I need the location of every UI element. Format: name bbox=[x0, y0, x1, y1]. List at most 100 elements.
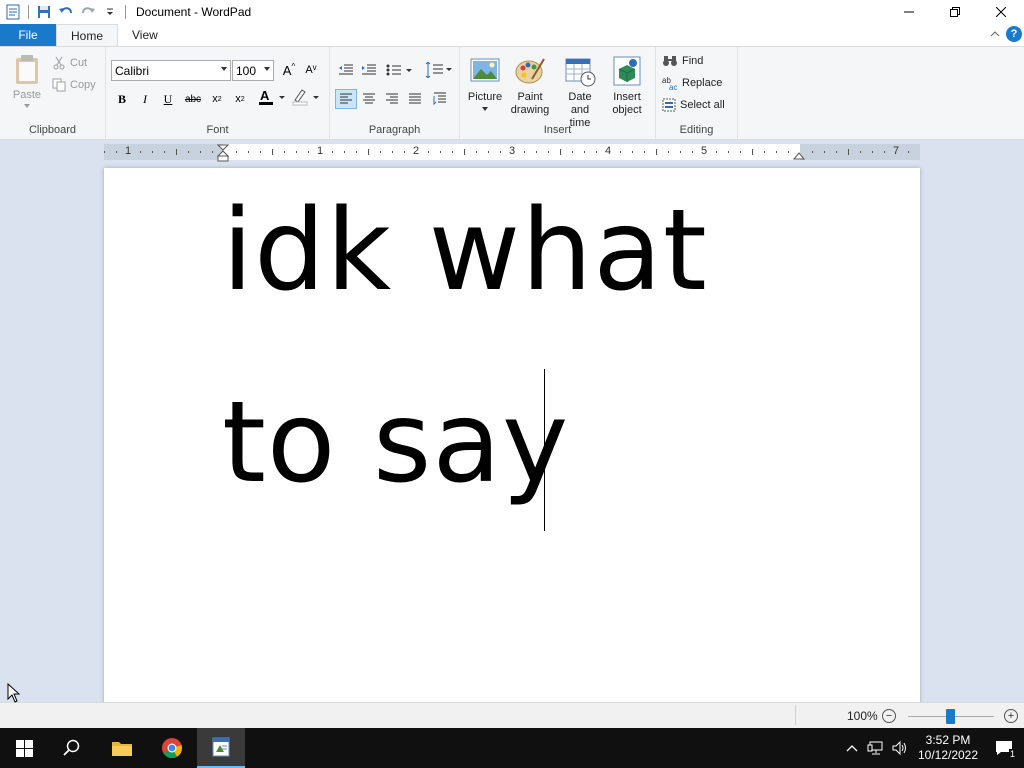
folder-icon bbox=[112, 742, 132, 756]
search-button[interactable] bbox=[48, 728, 96, 768]
italic-icon[interactable]: I bbox=[134, 89, 156, 109]
bullet-list-icon[interactable] bbox=[384, 60, 416, 80]
highlight-icon[interactable] bbox=[290, 87, 322, 107]
restore-button[interactable] bbox=[932, 0, 978, 24]
volume-icon[interactable] bbox=[888, 728, 912, 768]
insert-object-button[interactable]: Insert object bbox=[606, 55, 648, 117]
copy-button[interactable]: Copy bbox=[52, 75, 96, 95]
ruler-tick bbox=[380, 151, 381, 153]
paint-palette-icon bbox=[515, 58, 545, 84]
object-icon bbox=[613, 56, 641, 86]
ruler-tick bbox=[272, 149, 273, 155]
document-text-line[interactable]: to say bbox=[222, 378, 569, 508]
system-tray: 3:52 PM 10/12/2022 1 bbox=[840, 728, 1024, 768]
font-size-select[interactable]: 100 bbox=[232, 60, 274, 81]
ruler-tick bbox=[476, 151, 477, 153]
bold-icon[interactable]: B bbox=[111, 89, 133, 109]
mouse-cursor-icon bbox=[7, 683, 21, 703]
shrink-font-icon[interactable]: Av bbox=[300, 60, 322, 80]
wordpad-taskbar-button[interactable] bbox=[197, 728, 245, 768]
ruler-number: 1 bbox=[317, 145, 324, 157]
ruler-tick bbox=[248, 151, 249, 153]
grow-font-icon[interactable]: A ^ bbox=[278, 60, 300, 80]
status-bar: 100% − + bbox=[0, 702, 1024, 728]
ruler-number: 1 bbox=[125, 145, 132, 157]
ribbon-tabs: File Home View ? bbox=[0, 24, 1024, 46]
right-indent-marker[interactable] bbox=[793, 150, 805, 160]
decrease-indent-icon[interactable] bbox=[335, 60, 357, 80]
picture-button[interactable]: Picture bbox=[466, 55, 504, 111]
network-icon[interactable] bbox=[864, 728, 888, 768]
action-center-icon[interactable]: 1 bbox=[984, 728, 1024, 768]
select-all-icon bbox=[662, 98, 676, 112]
replace-button[interactable]: ab ac Replace bbox=[662, 73, 722, 93]
paint-drawing-button[interactable]: Paint drawing bbox=[508, 55, 552, 117]
text-color-icon[interactable]: A bbox=[256, 87, 288, 107]
find-button[interactable]: Find bbox=[662, 51, 703, 71]
ruler-tick bbox=[140, 151, 141, 153]
ribbon: Paste Cut Copy Clipboard Calibri 100 A ^ … bbox=[0, 46, 1024, 140]
ruler-tick bbox=[728, 151, 729, 153]
align-left-icon[interactable] bbox=[335, 89, 357, 109]
clipboard-icon bbox=[16, 55, 38, 84]
justify-icon[interactable] bbox=[404, 89, 426, 109]
wordpad-icon bbox=[212, 737, 230, 757]
line-spacing-icon[interactable] bbox=[422, 60, 454, 80]
ruler[interactable]: 1 1 2 3 4 5 7 bbox=[104, 144, 920, 162]
minimize-ribbon-icon[interactable] bbox=[990, 29, 1000, 39]
help-icon[interactable]: ? bbox=[1006, 26, 1022, 42]
show-hidden-icons-icon[interactable] bbox=[840, 728, 864, 768]
zoom-slider-thumb[interactable] bbox=[946, 709, 955, 724]
chrome-button[interactable] bbox=[148, 728, 196, 768]
close-button[interactable] bbox=[978, 0, 1024, 24]
zoom-in-icon[interactable]: + bbox=[1004, 709, 1018, 723]
start-button[interactable] bbox=[0, 728, 48, 768]
app-menu-icon[interactable] bbox=[2, 1, 24, 23]
strikethrough-icon[interactable]: abc bbox=[182, 89, 204, 109]
paragraph-label: Paragraph bbox=[368, 124, 421, 136]
separator bbox=[125, 5, 126, 19]
select-all-button[interactable]: Select all bbox=[662, 95, 725, 115]
left-indent-marker[interactable] bbox=[217, 144, 229, 162]
font-family-select[interactable]: Calibri bbox=[111, 60, 231, 81]
paste-button[interactable]: Paste bbox=[8, 53, 46, 108]
ruler-tick bbox=[596, 151, 597, 153]
align-right-icon[interactable] bbox=[381, 89, 403, 109]
paragraph-settings-icon[interactable] bbox=[429, 89, 451, 109]
date-time-button[interactable]: Date and time bbox=[558, 55, 602, 130]
customize-toolbar-icon[interactable] bbox=[99, 1, 121, 23]
zoom-out-icon[interactable]: − bbox=[882, 709, 896, 723]
ruler-tick bbox=[692, 151, 693, 153]
underline-icon[interactable]: U bbox=[157, 89, 179, 109]
tab-home[interactable]: Home bbox=[56, 24, 119, 46]
ruler-tick bbox=[488, 151, 489, 153]
document-page[interactable]: idk what to say bbox=[104, 168, 920, 702]
minimize-button[interactable] bbox=[886, 0, 932, 24]
tab-file[interactable]: File bbox=[0, 24, 56, 46]
ruler-tick bbox=[344, 151, 345, 153]
ruler-number: 5 bbox=[701, 145, 708, 157]
superscript-icon[interactable]: x2 bbox=[229, 89, 251, 109]
editing-label: Editing bbox=[679, 124, 714, 136]
ruler-tick bbox=[884, 151, 885, 153]
ruler-tick bbox=[836, 151, 837, 153]
align-center-icon[interactable] bbox=[358, 89, 380, 109]
cut-button[interactable]: Cut bbox=[52, 53, 87, 73]
svg-text:ac: ac bbox=[669, 83, 677, 90]
file-explorer-button[interactable] bbox=[98, 728, 146, 768]
document-text-line[interactable]: idk what bbox=[222, 186, 708, 316]
subscript-icon[interactable]: x2 bbox=[206, 89, 228, 109]
save-icon[interactable] bbox=[33, 1, 55, 23]
ruler-tick bbox=[464, 149, 465, 155]
ruler-tick bbox=[812, 151, 813, 153]
calendar-clock-icon bbox=[565, 58, 596, 87]
undo-icon[interactable] bbox=[55, 1, 77, 23]
clock[interactable]: 3:52 PM 10/12/2022 bbox=[912, 733, 984, 763]
increase-indent-icon[interactable] bbox=[358, 60, 380, 80]
ruler-tick bbox=[296, 151, 297, 153]
zoom-level: 100% bbox=[847, 709, 878, 723]
ruler-tick bbox=[824, 151, 825, 153]
redo-icon[interactable] bbox=[77, 1, 99, 23]
ruler-tick bbox=[332, 151, 333, 153]
tab-view[interactable]: View bbox=[118, 24, 172, 46]
